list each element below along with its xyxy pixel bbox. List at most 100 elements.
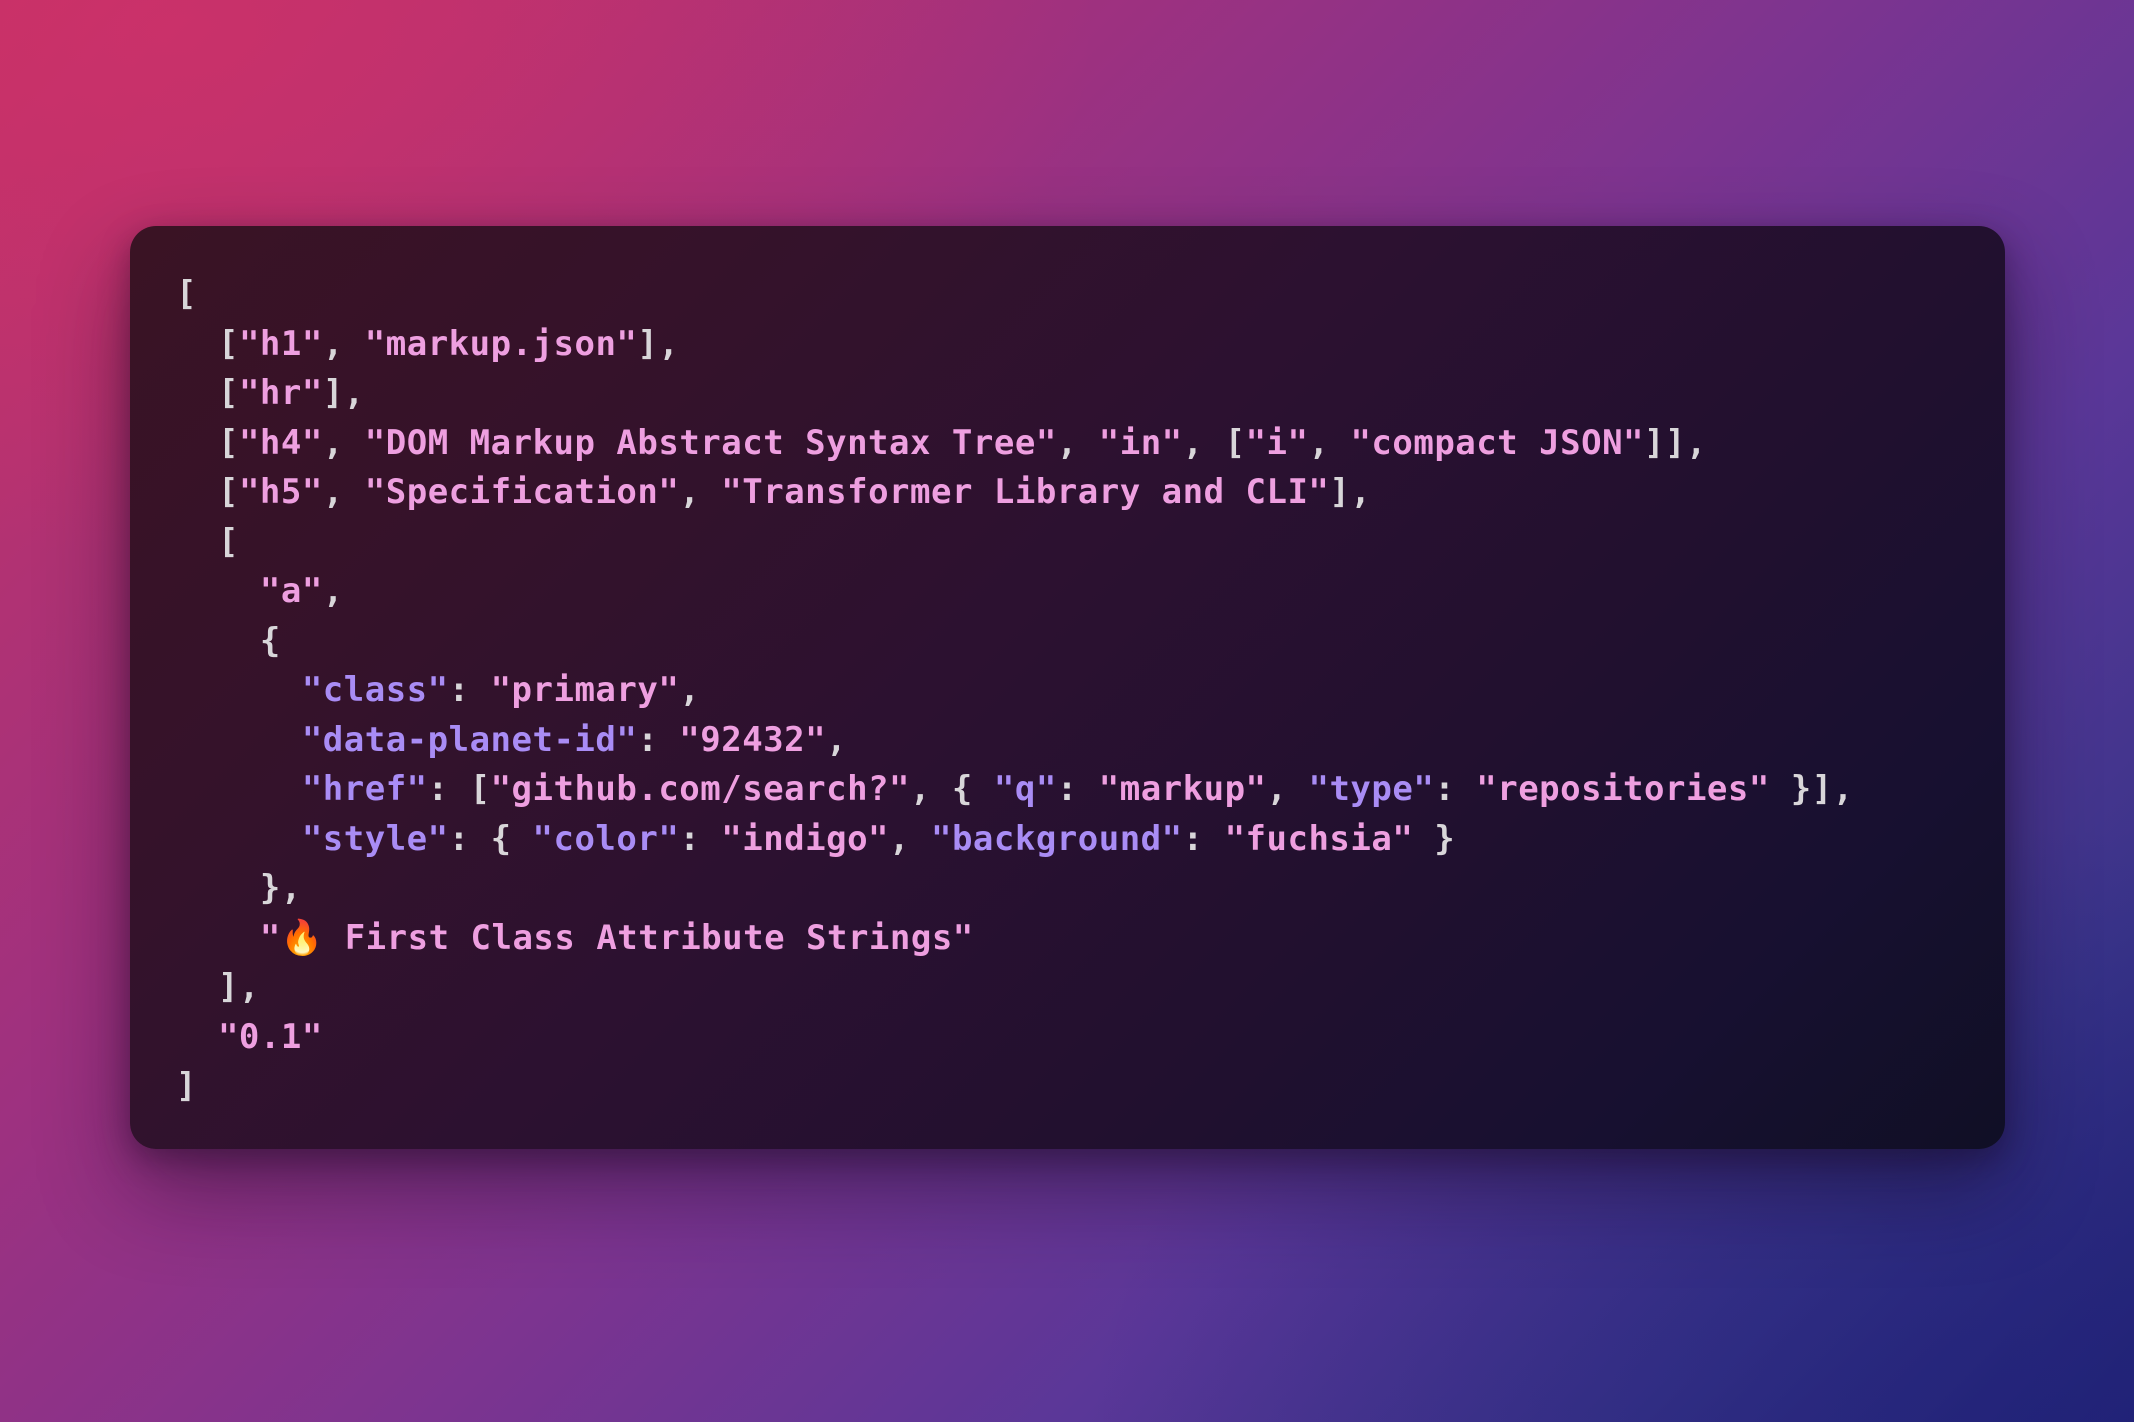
code-line: ] (176, 1062, 1985, 1112)
code-token-str: "Specification" (364, 472, 680, 512)
code-token-pun: }], (1769, 769, 1854, 809)
code-token-str: First Class Attribute Strings" (323, 917, 974, 958)
code-token-pun: , (1266, 769, 1309, 809)
code-line: [ (176, 518, 1985, 568)
code-card: [ ["h1", "markup.json"], ["hr"], ["h4", … (130, 226, 2005, 1149)
code-token-pun: , (1056, 422, 1099, 463)
code-token-pun: : { (448, 818, 533, 859)
code-token-str: "h5" (238, 472, 323, 512)
code-token-pun: , (889, 818, 931, 859)
code-line: "href": ["github.com/search?", { "q": "m… (176, 765, 1985, 815)
code-token-str: "primary" (490, 670, 680, 710)
code-line: { (176, 617, 1985, 667)
code-token-pun: [ (217, 472, 239, 512)
code-token-str: "in" (1098, 422, 1183, 463)
code-token-pun: , (679, 472, 722, 512)
code-token-pun: , (322, 323, 365, 364)
code-line: ["h1", "markup.json"], (176, 320, 1985, 370)
code-line: "class": "primary", (176, 666, 1985, 716)
code-token-str: " (259, 917, 281, 958)
code-token-key: "type" (1308, 769, 1435, 809)
code-token-pun: , (322, 472, 365, 512)
code-token-pun: , (826, 719, 848, 760)
code-token-str: "markup.json" (364, 323, 638, 364)
code-token-str: "repositories" (1476, 769, 1770, 809)
code-token-key: "q" (993, 769, 1057, 809)
code-line: ], (176, 963, 1985, 1013)
json-code-block[interactable]: [ ["h1", "markup.json"], ["hr"], ["h4", … (176, 270, 1985, 1112)
code-line: }, (176, 864, 1985, 914)
code-line: ["h5", "Specification", "Transformer Lib… (176, 468, 1985, 518)
code-token-pun: : (637, 719, 680, 760)
code-token-pun: : (448, 670, 491, 710)
code-line: ["h4", "DOM Markup Abstract Syntax Tree"… (176, 419, 1985, 469)
code-token-pun: [ (217, 373, 239, 413)
code-token-pun: , [ (1182, 422, 1246, 463)
code-token-pun: ], (322, 373, 365, 413)
code-token-pun: }, (259, 868, 302, 908)
code-token-str: "indigo" (721, 818, 890, 859)
code-token-str: "a" (259, 571, 323, 611)
code-token-str: "compact JSON" (1350, 422, 1645, 463)
code-token-pun: : (1434, 769, 1477, 809)
code-token-emoji: 🔥 (280, 917, 324, 958)
code-token-pun: : (1056, 769, 1099, 809)
code-token-pun: [ (217, 323, 239, 364)
code-token-str: "DOM Markup Abstract Syntax Tree" (364, 422, 1057, 463)
code-token-str: "hr" (238, 373, 323, 413)
code-line: [ (176, 270, 1985, 320)
code-token-key: "class" (301, 670, 449, 710)
code-token-key: "color" (532, 818, 680, 859)
code-token-str: "github.com/search?" (490, 769, 910, 809)
code-token-key: "style" (301, 818, 449, 859)
code-token-str: "i" (1245, 422, 1309, 463)
code-token-pun: [ (217, 521, 239, 562)
screenshot-stage: [ ["h1", "markup.json"], ["hr"], ["h4", … (0, 0, 2134, 1422)
code-token-pun: [ (217, 422, 239, 463)
code-token-pun: ], (217, 967, 260, 1007)
code-token-pun: , { (909, 769, 994, 809)
code-token-key: "data-planet-id" (301, 719, 638, 760)
code-line: "🔥 First Class Attribute Strings" (176, 914, 1985, 964)
code-token-pun: ] (176, 1066, 197, 1106)
code-line: ["hr"], (176, 369, 1985, 419)
code-token-str: "Transformer Library and CLI" (721, 472, 1330, 512)
code-line: "0.1" (176, 1013, 1985, 1063)
code-token-pun: } (1413, 818, 1456, 859)
code-line: "data-planet-id": "92432", (176, 716, 1985, 766)
code-line: "style": { "color": "indigo", "backgroun… (176, 815, 1985, 865)
code-token-str: "markup" (1098, 769, 1267, 809)
code-token-str: "fuchsia" (1224, 818, 1414, 859)
code-token-pun: : [ (427, 769, 491, 809)
code-token-str: "h1" (238, 323, 323, 364)
code-line: "a", (176, 567, 1985, 617)
code-token-pun: { (259, 620, 281, 661)
code-token-pun: , (322, 571, 344, 611)
code-token-pun: ], (1329, 472, 1372, 512)
code-token-str: "0.1" (217, 1016, 323, 1057)
code-token-str: "h4" (238, 422, 323, 463)
code-token-pun: : (679, 818, 722, 859)
code-token-str: "92432" (679, 719, 827, 760)
code-token-pun: , (322, 422, 365, 463)
code-token-pun: ]], (1644, 422, 1707, 463)
code-token-pun: [ (176, 274, 197, 314)
code-token-pun: ], (637, 323, 680, 364)
code-token-key: "href" (301, 769, 428, 809)
code-token-key: "background" (930, 818, 1183, 859)
